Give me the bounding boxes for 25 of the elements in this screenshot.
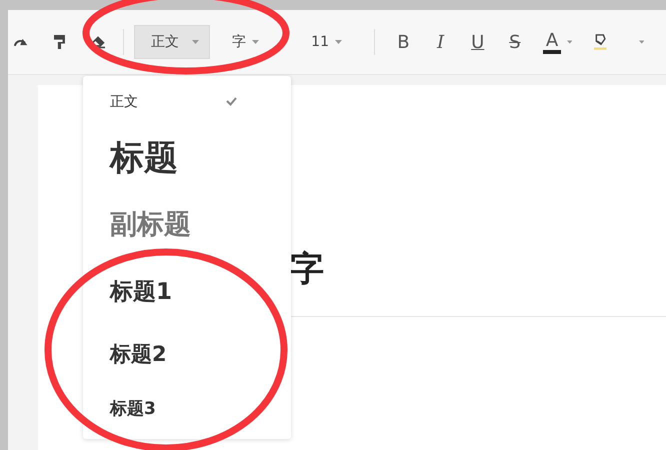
underline-button[interactable]: U (469, 29, 486, 55)
redo-icon[interactable] (14, 36, 28, 48)
font-color-button[interactable]: A (543, 30, 561, 54)
caret-icon[interactable] (638, 40, 644, 44)
style-option[interactable]: 标题1 (110, 252, 263, 332)
highlighter-icon[interactable] (594, 32, 607, 52)
document-heading: 字 (290, 252, 324, 286)
caret-icon[interactable] (335, 40, 342, 44)
style-option[interactable]: 标题3 (110, 377, 263, 440)
style-option[interactable]: 副标题 (110, 196, 263, 252)
style-option[interactable]: 正文 (110, 84, 263, 120)
font-dropdown[interactable]: 字 (220, 25, 294, 59)
bold-button[interactable]: B (394, 29, 412, 55)
eraser-icon[interactable] (90, 34, 106, 50)
style-dropdown[interactable]: 正文 (134, 25, 210, 59)
strikethrough-button[interactable]: S (506, 29, 524, 55)
paint-roller-icon[interactable] (54, 33, 65, 51)
italic-button[interactable]: I (432, 29, 450, 55)
caret-icon[interactable] (192, 40, 200, 44)
style-option[interactable]: 标题 (110, 120, 263, 196)
style-option[interactable]: 标题2 (110, 331, 263, 378)
caret-icon[interactable] (252, 40, 260, 44)
font-size-dropdown[interactable]: 11 (299, 25, 376, 59)
check-icon (226, 97, 237, 106)
caret-icon[interactable] (566, 40, 572, 44)
